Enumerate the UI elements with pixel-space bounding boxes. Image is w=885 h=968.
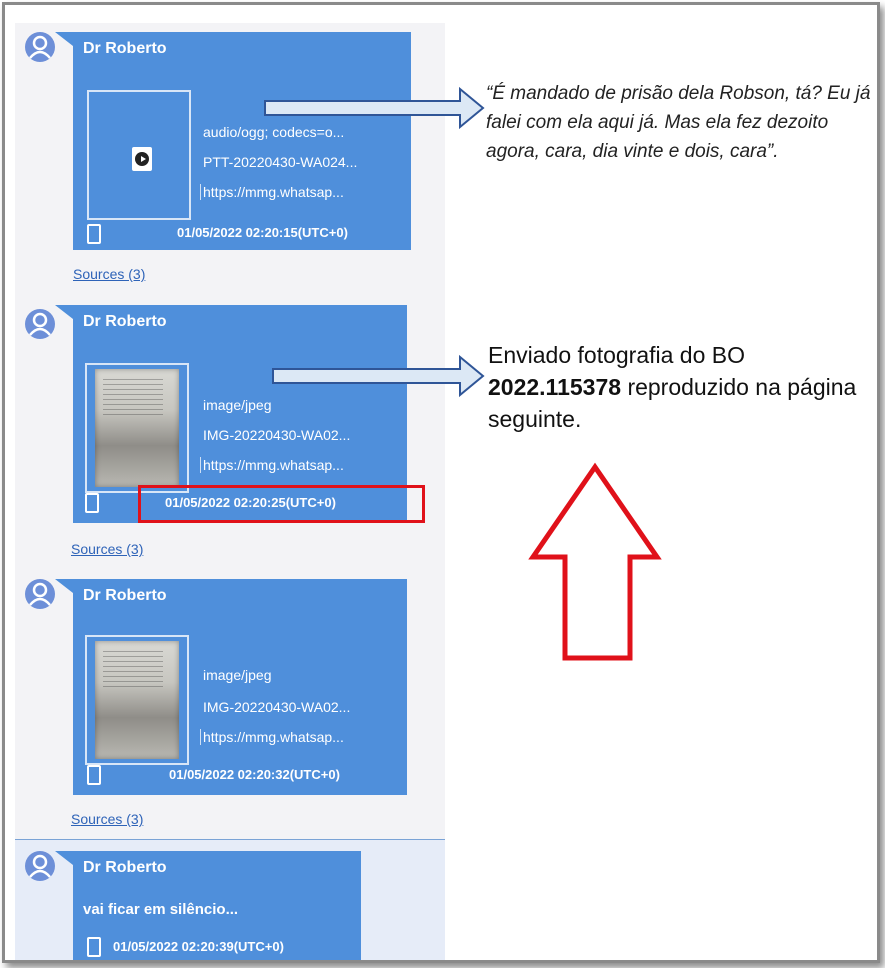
evidence-frame: Dr Roberto audio/ogg; codecs=o... PTT-20… (2, 2, 880, 963)
pointer-arrow-1 (264, 86, 485, 130)
pointer-arrow-2 (272, 354, 485, 398)
red-up-arrow (528, 462, 662, 661)
annotation-arrows (264, 86, 662, 661)
